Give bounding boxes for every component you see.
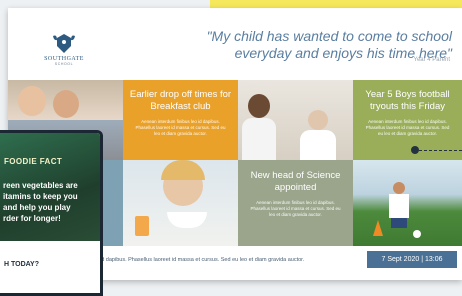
news-ticker: id dapibus. Phasellus laoreet id massa e…	[100, 257, 305, 263]
photo-girl-microphone	[238, 80, 353, 160]
foodie-fact-card: FOODIE FACT reen vegetables are itamins …	[0, 133, 100, 241]
tile-science-head[interactable]: New head of Science appointed Aenean int…	[238, 160, 353, 246]
tile-football-title: Year 5 Boys football tryouts this Friday	[365, 89, 450, 112]
photo-girl-eating	[123, 160, 238, 246]
school-subtitle: SCHOOL	[54, 62, 74, 66]
tile-breakfast-club[interactable]: Earlier drop off times for Breakfast clu…	[123, 80, 238, 160]
foodie-fact-line: rder for longer!	[3, 214, 61, 223]
tile-breakfast-title: Earlier drop off times for Breakfast clu…	[129, 89, 232, 112]
school-logo: SOUTHGATE SCHOOL	[38, 32, 90, 66]
tile-football-tryouts[interactable]: Year 5 Boys football tryouts this Friday…	[353, 80, 462, 160]
hotspot-dot[interactable]	[411, 146, 419, 154]
foodie-fact-label: FOODIE FACT	[4, 157, 63, 166]
top-accent-bar	[210, 0, 462, 8]
foodie-fact-text: reen vegetables are itamins to keep you …	[3, 180, 78, 224]
tile-science-title: New head of Science appointed	[250, 170, 341, 193]
hotspot-connector	[419, 150, 462, 151]
date-time-badge: 7 Sept 2020 | 13:06	[367, 251, 457, 268]
lunch-question: H TODAY?	[4, 261, 40, 268]
tile-breakfast-body: Aenean interdum finibus leo id dapibus. …	[135, 119, 226, 136]
mobile-device: FOODIE FACT reen vegetables are itamins …	[0, 130, 103, 296]
foodie-fact-line: and help you play	[3, 203, 71, 212]
crest-icon	[53, 34, 75, 53]
foodie-fact-line: reen vegetables are	[3, 181, 78, 190]
quote-attribution: Year 4 Parent	[413, 57, 450, 63]
tile-football-body: Aenean interdum finibus leo id dapibus. …	[365, 119, 450, 136]
foodie-fact-line: itamins to keep you	[3, 192, 78, 201]
tile-science-body: Aenean interdum finibus leo id dapibus. …	[250, 200, 341, 217]
photo-football-pitch	[353, 160, 462, 246]
